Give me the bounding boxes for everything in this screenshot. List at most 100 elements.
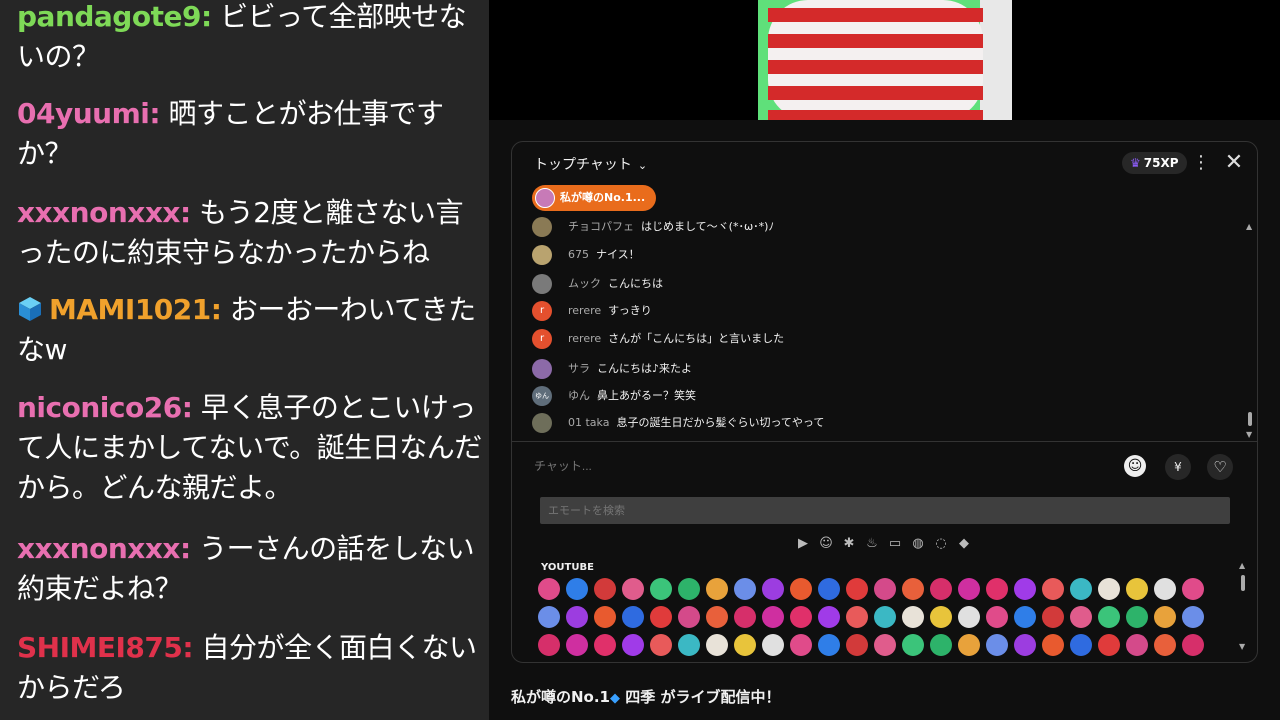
- chat-text: ナイス！: [596, 248, 640, 261]
- emote-icon[interactable]: [622, 606, 644, 628]
- emote-icon[interactable]: [622, 578, 644, 600]
- emote-icon[interactable]: [1154, 606, 1176, 628]
- emote-icon[interactable]: [706, 578, 728, 600]
- emote-icon[interactable]: [538, 606, 560, 628]
- emote-icon[interactable]: [790, 578, 812, 600]
- emote-icon[interactable]: [734, 634, 756, 656]
- emote-icon[interactable]: [818, 606, 840, 628]
- ball-icon[interactable]: ◍: [909, 534, 927, 554]
- emote-icon[interactable]: [818, 634, 840, 656]
- emote-icon[interactable]: [650, 606, 672, 628]
- scroll-up-arrow-icon[interactable]: ▲: [1239, 561, 1245, 570]
- overlay-chat-username: MAMI1021:: [49, 293, 222, 326]
- emote-icon[interactable]: [902, 606, 924, 628]
- emote-icon[interactable]: [1154, 578, 1176, 600]
- emote-search-input[interactable]: [540, 497, 1230, 524]
- emote-icon[interactable]: [566, 606, 588, 628]
- emote-icon[interactable]: [1014, 606, 1036, 628]
- emote-icon[interactable]: [706, 606, 728, 628]
- emote-icon[interactable]: [594, 634, 616, 656]
- emote-icon[interactable]: [1182, 634, 1204, 656]
- emote-icon[interactable]: [1126, 578, 1148, 600]
- overlay-chat-message: pandagote9: ビビって全部映せないの？: [17, 0, 483, 77]
- cake-icon[interactable]: ♨: [863, 534, 881, 554]
- emote-icon[interactable]: [1070, 606, 1092, 628]
- emote-icon[interactable]: [734, 606, 756, 628]
- play-icon[interactable]: ▶: [794, 534, 812, 554]
- emote-icon[interactable]: [846, 578, 868, 600]
- emote-icon[interactable]: [986, 606, 1008, 628]
- emote-scrollbar-thumb[interactable]: [1241, 575, 1245, 591]
- emote-icon[interactable]: [902, 634, 924, 656]
- gear-icon[interactable]: ✱: [840, 534, 858, 554]
- emote-icon[interactable]: [650, 578, 672, 600]
- chat-scrollbar-thumb[interactable]: [1248, 412, 1252, 426]
- emote-icon[interactable]: [678, 634, 700, 656]
- emote-icon[interactable]: [538, 634, 560, 656]
- emote-icon[interactable]: [986, 634, 1008, 656]
- emote-icon[interactable]: [874, 578, 896, 600]
- more-options-icon[interactable]: ⋮: [1192, 150, 1210, 176]
- xp-badge[interactable]: ♛ 75XP: [1122, 152, 1187, 174]
- emote-icon[interactable]: [874, 606, 896, 628]
- heart-icon[interactable]: ♡: [1207, 454, 1233, 480]
- emote-icon[interactable]: [1042, 634, 1064, 656]
- emote-icon[interactable]: [734, 578, 756, 600]
- emote-icon[interactable]: [678, 578, 700, 600]
- emote-icon[interactable]: [706, 634, 728, 656]
- emote-icon[interactable]: [930, 606, 952, 628]
- emote-icon[interactable]: [846, 634, 868, 656]
- scroll-down-arrow-icon[interactable]: ▼: [1239, 642, 1245, 651]
- emote-icon[interactable]: [790, 634, 812, 656]
- super-chat-icon[interactable]: ¥: [1165, 454, 1191, 480]
- emote-icon[interactable]: [930, 578, 952, 600]
- smiley-icon[interactable]: ☺: [817, 534, 835, 554]
- emote-icon[interactable]: [566, 578, 588, 600]
- emote-icon[interactable]: [678, 606, 700, 628]
- emote-icon[interactable]: [650, 634, 672, 656]
- emote-icon[interactable]: [874, 634, 896, 656]
- emote-icon[interactable]: [846, 606, 868, 628]
- avatar: [532, 217, 552, 237]
- scroll-up-arrow-icon[interactable]: ▲: [1246, 222, 1252, 231]
- emote-icon[interactable]: [566, 634, 588, 656]
- emote-icon[interactable]: [818, 578, 840, 600]
- emote-icon[interactable]: [958, 634, 980, 656]
- emote-icon[interactable]: [1098, 606, 1120, 628]
- close-icon[interactable]: ✕: [1222, 150, 1246, 176]
- emote-icon[interactable]: [1098, 634, 1120, 656]
- emote-icon[interactable]: [1042, 606, 1064, 628]
- chat-mode-dropdown[interactable]: トップチャット ⌄: [534, 154, 647, 174]
- emote-icon[interactable]: [538, 578, 560, 600]
- car-icon[interactable]: ▭: [886, 534, 904, 554]
- emote-icon[interactable]: [594, 606, 616, 628]
- emote-icon[interactable]: [594, 578, 616, 600]
- emote-icon[interactable]: [930, 634, 952, 656]
- emote-icon[interactable]: [1182, 606, 1204, 628]
- emote-icon[interactable]: [762, 606, 784, 628]
- emote-icon[interactable]: [762, 578, 784, 600]
- emote-icon[interactable]: [1154, 634, 1176, 656]
- emote-icon[interactable]: [902, 578, 924, 600]
- emoji-icon[interactable]: ☺: [1124, 455, 1146, 477]
- pinned-chat-chip[interactable]: 私が噂のNo.1...: [532, 185, 656, 211]
- emote-icon[interactable]: [1014, 634, 1036, 656]
- emote-icon[interactable]: [1182, 578, 1204, 600]
- emote-icon[interactable]: [1126, 634, 1148, 656]
- diamond-icon[interactable]: ◆: [955, 534, 973, 554]
- emote-icon[interactable]: [790, 606, 812, 628]
- emote-icon[interactable]: [1098, 578, 1120, 600]
- emote-icon[interactable]: [762, 634, 784, 656]
- emote-icon[interactable]: [1070, 634, 1092, 656]
- chat-input[interactable]: [534, 450, 1144, 482]
- emote-icon[interactable]: [1126, 606, 1148, 628]
- emote-icon[interactable]: [1014, 578, 1036, 600]
- emote-icon[interactable]: [1042, 578, 1064, 600]
- emote-icon[interactable]: [958, 578, 980, 600]
- emote-icon[interactable]: [958, 606, 980, 628]
- emote-icon[interactable]: [986, 578, 1008, 600]
- emote-icon[interactable]: [622, 634, 644, 656]
- emote-icon[interactable]: [1070, 578, 1092, 600]
- bulb-icon[interactable]: ◌: [932, 534, 950, 554]
- scroll-down-arrow-icon[interactable]: ▼: [1246, 430, 1252, 439]
